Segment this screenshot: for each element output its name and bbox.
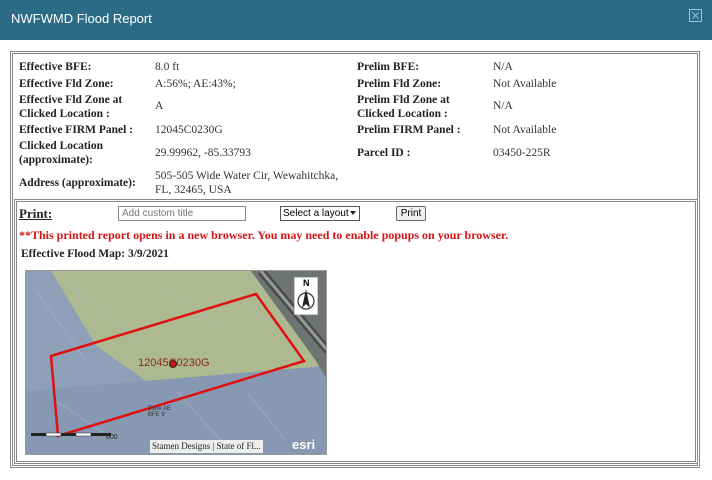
- clicked-location-label-2: (approximate):: [19, 154, 93, 166]
- scale-bar-label: 600: [106, 434, 118, 441]
- effective-fld-zone-label: Effective Fld Zone:: [19, 78, 114, 90]
- prelim-zone-clicked-value: N/A: [493, 100, 513, 112]
- prelim-firm-panel-value: Not Available: [493, 124, 557, 136]
- effective-firm-panel-value: 12045C0230G: [155, 124, 223, 136]
- print-button[interactable]: Print: [396, 206, 426, 221]
- close-icon[interactable]: [689, 9, 702, 22]
- prelim-fld-zone-label: Prelim Fld Zone:: [357, 78, 442, 90]
- prelim-firm-panel-label: Prelim FIRM Panel :: [357, 124, 461, 136]
- prelim-zone-clicked-label-2: Clicked Location :: [357, 108, 448, 120]
- print-label: Print:: [19, 206, 53, 221]
- zone-map-label: Zone AE BFE 9': [148, 406, 178, 418]
- map-attribution[interactable]: Stamen Designs | State of Fl...: [150, 440, 263, 453]
- prelim-bfe-value: N/A: [493, 61, 513, 73]
- parcel-id-value: 03450-225R: [493, 147, 551, 159]
- effective-zone-clicked-value: A: [155, 100, 164, 112]
- custom-title-input[interactable]: [118, 206, 246, 221]
- firm-panel-map-label: 12045C0230G: [138, 357, 210, 369]
- flood-map[interactable]: 12045C0230G Zone AE BFE 9' 600 N Stamen D…: [25, 270, 327, 455]
- prelim-bfe-label: Prelim BFE:: [357, 61, 420, 73]
- effective-fld-zone-value: A:56%; AE:43%;: [155, 78, 236, 90]
- clicked-location-label: Clicked Location: [19, 140, 104, 152]
- address-value-2: FL, 32465, USA: [155, 184, 232, 196]
- north-arrow-icon: [297, 289, 315, 310]
- chevron-down-icon: [350, 211, 356, 215]
- address-label: Address (approximate):: [19, 177, 136, 189]
- effective-firm-panel-label: Effective FIRM Panel :: [19, 124, 134, 136]
- effective-flood-map-date: Effective Flood Map: 3/9/2021: [21, 248, 169, 260]
- effective-bfe-value: 8.0 ft: [155, 61, 180, 73]
- effective-bfe-label: Effective BFE:: [19, 61, 92, 73]
- north-label: N: [303, 278, 310, 288]
- dialog-titlebar: NWFWMD Flood Report: [0, 0, 712, 40]
- address-value: 505-505 Wide Water Cir, Wewahitchka,: [155, 170, 339, 182]
- prelim-fld-zone-value: Not Available: [493, 78, 557, 90]
- prelim-zone-clicked-label: Prelim Fld Zone at: [357, 94, 450, 106]
- esri-logo: esri: [292, 437, 316, 452]
- effective-zone-clicked-label: Effective Fld Zone at: [19, 94, 123, 106]
- dialog-title: NWFWMD Flood Report: [11, 11, 152, 26]
- parcel-id-label: Parcel ID :: [357, 147, 411, 159]
- zone-map-label-line-2: BFE 9': [148, 412, 166, 418]
- layout-select-value: Select a layout: [283, 208, 349, 219]
- popup-warning: **This printed report opens in a new bro…: [19, 228, 509, 242]
- layout-select[interactable]: Select a layout: [280, 206, 360, 221]
- clicked-location-value: 29.99962, -85.33793: [155, 147, 251, 159]
- effective-zone-clicked-label-2: Clicked Location :: [19, 108, 110, 120]
- north-arrow: N: [294, 277, 318, 315]
